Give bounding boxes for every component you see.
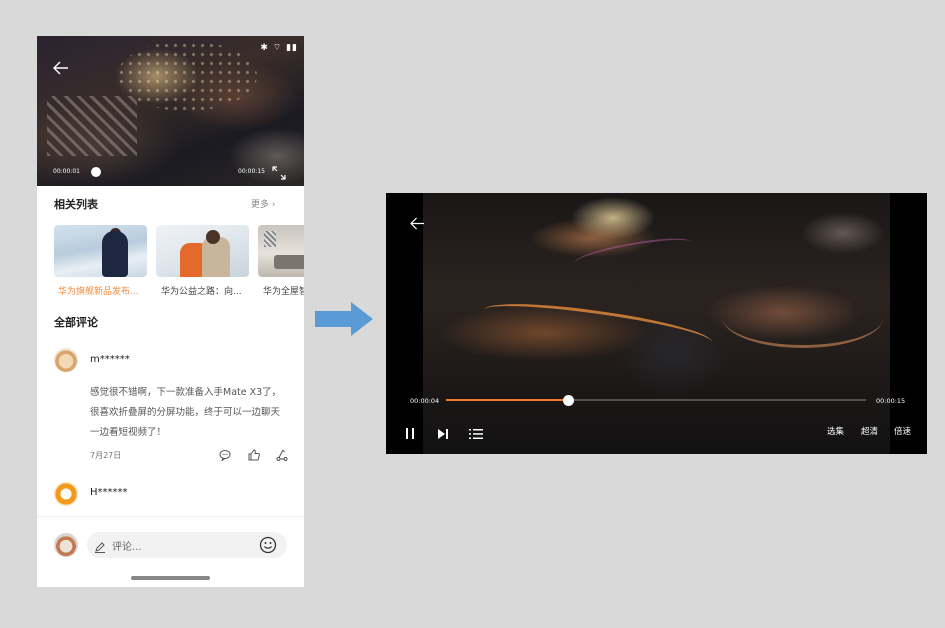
related-caption-3[interactable]: 华为全屋智 (263, 284, 304, 297)
comments-title: 全部评论 (54, 316, 98, 329)
episodes-button[interactable]: 选集 (827, 425, 844, 437)
pause-icon[interactable] (404, 425, 418, 439)
comment-input-placeholder[interactable]: 评论... (112, 538, 142, 553)
video-frame-lights (117, 41, 257, 111)
fullscreen-icon[interactable] (272, 165, 286, 180)
phone-screen: ✱ ⌔ ▮▮ 00:00:01 00:00:15 相关列表 更多 › 华为旗舰新… (37, 36, 304, 587)
emoji-icon[interactable] (259, 536, 277, 554)
video-frame-crosswalk (47, 96, 137, 156)
thumbnail-frame (264, 231, 276, 247)
quality-button[interactable]: 超清 (861, 425, 878, 437)
next-icon[interactable] (437, 425, 451, 439)
thumbnail-figure (102, 231, 128, 277)
more-link[interactable]: 更多 › (251, 197, 276, 210)
avatar[interactable] (54, 482, 78, 506)
comment-line: 感觉很不错啊，下一款准备入手Mate X3了， (90, 387, 282, 398)
comment-username: H****** (90, 487, 128, 498)
my-avatar[interactable] (54, 533, 78, 557)
share-icon[interactable] (276, 446, 290, 461)
related-thumbnail-1[interactable] (54, 225, 147, 277)
comment-line: 一边看短视频了！ (90, 427, 167, 438)
comment-date: 7月27日 (90, 451, 122, 460)
like-icon[interactable] (248, 446, 262, 461)
home-indicator[interactable] (131, 576, 210, 580)
avatar[interactable] (54, 348, 78, 372)
related-thumbnail-3[interactable] (258, 225, 304, 277)
playlist-icon[interactable] (469, 425, 483, 439)
video-frame-streak (572, 232, 694, 274)
video-frame (423, 193, 890, 454)
thumbnail-figure (206, 230, 220, 244)
progress-thumb[interactable] (562, 395, 574, 406)
related-caption-1[interactable]: 华为旗舰新品发布... (58, 284, 139, 297)
back-arrow-icon[interactable] (53, 61, 69, 79)
more-label: 更多 (251, 200, 270, 210)
chevron-right-icon: › (271, 200, 276, 210)
related-caption-2[interactable]: 华为公益之路：向... (161, 284, 242, 297)
comment-username: m****** (90, 354, 130, 365)
total-time: 00:00:15 (876, 397, 906, 405)
progress-track[interactable] (446, 399, 866, 401)
video-player-landscape[interactable]: 00:00:04 00:00:15 选集 超清 倍速 (386, 193, 927, 454)
video-frame-streak (482, 295, 714, 357)
progress-fill (446, 399, 568, 401)
pencil-icon (94, 538, 107, 553)
related-thumbnail-2[interactable] (156, 225, 249, 277)
video-player-portrait[interactable]: ✱ ⌔ ▮▮ 00:00:01 00:00:15 (37, 36, 304, 186)
comment-text: 感觉很不错啊，下一款准备入手Mate X3了， 很喜欢折叠屏的分屏功能，终于可以… (90, 383, 295, 443)
current-time: 00:00:01 (53, 168, 80, 175)
current-time: 00:00:04 (410, 397, 440, 405)
transition-arrow-icon (315, 302, 373, 336)
total-time: 00:00:15 (238, 168, 265, 175)
reply-icon[interactable] (219, 446, 233, 462)
progress-thumb[interactable] (91, 167, 101, 177)
related-list-title: 相关列表 (54, 198, 98, 211)
back-arrow-icon[interactable] (410, 217, 425, 233)
status-bar-icons: ✱ ⌔ ▮▮ (260, 43, 298, 53)
speed-button[interactable]: 倍速 (894, 425, 911, 437)
thumbnail-sofa (274, 255, 304, 269)
comment-line: 很喜欢折叠屏的分屏功能，终于可以一边聊天 (90, 407, 281, 418)
video-frame-streak (723, 288, 883, 348)
